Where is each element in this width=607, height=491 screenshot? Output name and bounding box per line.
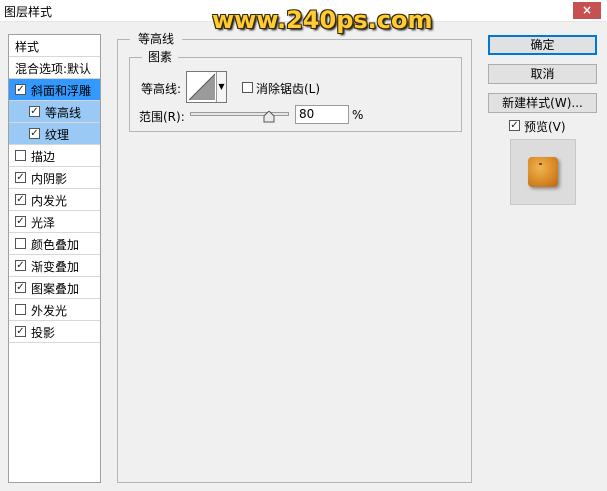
style-list-header-label: 样式 [15, 40, 40, 54]
style-list-item-label: 渐变叠加 [31, 260, 80, 274]
style-list-item-label: 外发光 [31, 304, 68, 318]
style-list-item[interactable]: 图案叠加 [9, 277, 100, 299]
style-list-item[interactable]: 混合选项:默认 [9, 57, 100, 79]
range-slider-thumb[interactable] [263, 111, 275, 123]
style-list-item[interactable]: 渐变叠加 [9, 255, 100, 277]
style-list-item[interactable]: 描边 [9, 145, 100, 167]
style-list: 样式 混合选项:默认斜面和浮雕等高线纹理描边内阴影内发光光泽颜色叠加渐变叠加图案… [8, 34, 101, 483]
style-list-item-label: 内阴影 [31, 172, 68, 186]
style-list-checkbox[interactable] [29, 106, 40, 117]
preview-label: 预览(V) [524, 120, 566, 134]
style-list-checkbox[interactable] [15, 260, 26, 271]
antialias-checkbox[interactable] [242, 82, 253, 93]
style-list-item-label: 内发光 [31, 194, 68, 208]
style-list-item-label: 混合选项:默认 [15, 62, 92, 76]
style-list-checkbox[interactable] [15, 238, 26, 249]
contour-group-title: 等高线 [130, 30, 183, 47]
new-style-button[interactable]: 新建样式(W)... [488, 93, 597, 113]
contour-picker[interactable]: ▼ [186, 71, 227, 103]
style-list-item[interactable]: 等高线 [9, 101, 100, 123]
style-list-header: 样式 [9, 35, 100, 57]
close-icon: × [581, 3, 593, 17]
style-list-item-label: 纹理 [45, 128, 70, 142]
contour-label: 等高线: [141, 82, 182, 96]
style-list-item-label: 光泽 [31, 216, 56, 230]
window-title: 图层样式 [4, 5, 53, 19]
style-list-item[interactable]: 内发光 [9, 189, 100, 211]
style-list-checkbox[interactable] [15, 326, 26, 337]
contour-dropdown-arrow[interactable]: ▼ [216, 72, 226, 102]
style-list-item-label: 描边 [31, 150, 56, 164]
style-list-checkbox[interactable] [15, 304, 26, 315]
elements-group-title: 图素 [142, 48, 179, 65]
style-preview [510, 139, 576, 205]
style-list-item[interactable]: 投影 [9, 321, 100, 343]
cancel-button[interactable]: 取消 [488, 64, 597, 84]
style-list-checkbox[interactable] [15, 150, 26, 161]
contour-linear-icon [188, 73, 216, 101]
style-list-item-label: 图案叠加 [31, 282, 80, 296]
preview-thumbnail [528, 157, 558, 187]
style-list-item[interactable]: 外发光 [9, 299, 100, 321]
ok-button[interactable]: 确定 [488, 35, 597, 55]
range-unit: % [352, 108, 364, 122]
style-list-checkbox[interactable] [15, 216, 26, 227]
style-list-item-label: 颜色叠加 [31, 238, 80, 252]
style-list-checkbox[interactable] [29, 128, 40, 139]
style-list-item-label: 投影 [31, 326, 56, 340]
style-list-checkbox[interactable] [15, 282, 26, 293]
style-list-item[interactable]: 光泽 [9, 211, 100, 233]
style-list-checkbox[interactable] [15, 172, 26, 183]
style-list-item-label: 等高线 [45, 106, 82, 120]
style-list-item[interactable]: 颜色叠加 [9, 233, 100, 255]
antialias-label: 消除锯齿(L) [256, 82, 321, 96]
preview-checkbox[interactable] [509, 120, 520, 131]
style-list-item[interactable]: 斜面和浮雕 [9, 79, 100, 101]
close-button[interactable]: × [573, 2, 601, 19]
watermark-text: www.240ps.com [212, 6, 433, 34]
style-list-item[interactable]: 内阴影 [9, 167, 100, 189]
style-list-checkbox[interactable] [15, 194, 26, 205]
range-label: 范围(R): [139, 110, 185, 124]
style-list-item-label: 斜面和浮雕 [31, 84, 92, 98]
style-list-checkbox[interactable] [15, 84, 26, 95]
style-list-item[interactable]: 纹理 [9, 123, 100, 145]
range-input[interactable]: 80 [295, 105, 349, 124]
